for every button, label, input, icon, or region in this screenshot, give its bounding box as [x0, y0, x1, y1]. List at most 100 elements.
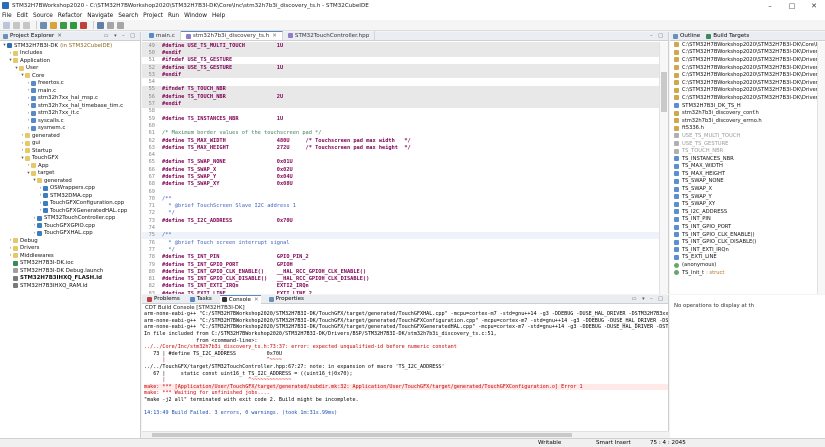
menu-item-file[interactable]: File: [2, 13, 12, 19]
tree-item[interactable]: › STM32TouchController.cpp: [0, 215, 140, 223]
menu-item-run[interactable]: Run: [168, 13, 179, 19]
save-icon[interactable]: [13, 21, 20, 29]
console-controls-icon[interactable]: ▭ ▾ – □: [632, 296, 665, 302]
outline-item[interactable]: C:\STM32H7BWorkshop2020\STM32H7B3I-DK\Dr…: [670, 94, 825, 102]
outline-item[interactable]: C:\STM32H7BWorkshop2020\STM32H7B3I-DK\Dr…: [670, 56, 825, 64]
console-hscrollbar[interactable]: [142, 431, 669, 438]
outline-item[interactable]: STM32H7B3I_DK_TS_H: [670, 102, 825, 110]
tree-item[interactable]: › TouchGFXGeneratedHAL.cpp: [0, 207, 140, 215]
project-explorer-tab[interactable]: Project Explorer ✕ ▭ ▾ – □: [0, 32, 140, 41]
menu-item-navigate[interactable]: Navigate: [87, 13, 113, 19]
outline-item[interactable]: TS_MAX_WIDTH: [670, 163, 825, 171]
build-icon[interactable]: [40, 21, 47, 29]
bottom-tab[interactable]: Tasks: [188, 295, 214, 304]
outline-item[interactable]: TS_SWAP_X: [670, 185, 825, 193]
menu-item-refactor[interactable]: Refactor: [58, 13, 82, 19]
tree-item[interactable]: › TouchGFXConfiguration.cpp: [0, 200, 140, 208]
tree-item[interactable]: › Debug: [0, 237, 140, 245]
outline-item[interactable]: C:\STM32H7BWorkshop2020\STM32H7B3I-DK\Co…: [670, 41, 825, 49]
outline-item[interactable]: (anonymous): [670, 261, 825, 269]
outline-item[interactable]: C:\STM32H7BWorkshop2020\STM32H7B3I-DK\Dr…: [670, 79, 825, 87]
tree-item[interactable]: › freertos.c: [0, 80, 140, 88]
tree-item[interactable]: STM32H7B3I-DK.ioc: [0, 260, 140, 268]
nav-back-icon[interactable]: [107, 21, 114, 29]
close-icon[interactable]: ✕: [254, 297, 259, 303]
tree-item[interactable]: › STM32DMA.cpp: [0, 192, 140, 200]
tree-item[interactable]: › Includes: [0, 50, 140, 58]
maximize-icon[interactable]: □: [781, 0, 803, 11]
menu-item-project[interactable]: Project: [143, 13, 163, 19]
outline-item[interactable]: TS_INT_EXTI_IRQn: [670, 246, 825, 254]
outline-tab[interactable]: Outline: [673, 33, 700, 39]
tree-item[interactable]: ▾ Core: [0, 72, 140, 80]
outline-item[interactable]: USE_TS_GESTURE: [670, 140, 825, 148]
stop-icon[interactable]: [80, 21, 87, 29]
tree-item[interactable]: › Startup: [0, 147, 140, 155]
search-icon[interactable]: [97, 21, 104, 29]
scrollbar-thumb[interactable]: [661, 72, 667, 112]
menu-item-edit[interactable]: Edit: [17, 13, 28, 19]
hammer-icon[interactable]: [50, 21, 57, 29]
outline-item[interactable]: USE_TS_MULTI_TOUCH: [670, 132, 825, 140]
tree-item[interactable]: › generated: [0, 132, 140, 140]
editor-tab[interactable]: main.c: [144, 31, 181, 40]
outline-item[interactable]: TS_I2C_ADDRESS: [670, 208, 825, 216]
minimize-icon[interactable]: –: [759, 0, 781, 11]
outline-item[interactable]: stm32h7b3i_discovery_conf.h: [670, 109, 825, 117]
outline-item[interactable]: C:\STM32H7BWorkshop2020\STM32H7B3I-DK\Dr…: [670, 87, 825, 95]
outline-tab[interactable]: Build Targets: [706, 33, 749, 39]
tree-item[interactable]: › OSWrappers.cpp: [0, 185, 140, 193]
menu-item-window[interactable]: Window: [184, 13, 207, 19]
console-output[interactable]: arm-none-eabi-g++ "C:/STM32H7BWorkshop20…: [142, 311, 668, 417]
outline-item[interactable]: C:\STM32H7BWorkshop2020\STM32H7B3I-DK\Dr…: [670, 64, 825, 72]
tree-item[interactable]: STM32H7B3IHXQ_FLASH.ld: [0, 275, 140, 283]
tree-item[interactable]: › main.c: [0, 87, 140, 95]
tree-item[interactable]: STM32H7B3IHXQ_RAM.ld: [0, 282, 140, 290]
nav-forward-icon[interactable]: [117, 21, 124, 29]
close-icon[interactable]: ✕: [803, 0, 825, 11]
outline-item[interactable]: C:\STM32H7BWorkshop2020\STM32H7B3I-DK\Dr…: [670, 49, 825, 57]
view-menu-icon[interactable]: ▭ ▾ – □: [104, 33, 137, 39]
bottom-tab[interactable]: Problems: [145, 295, 182, 304]
outline-item[interactable]: TS_INT_PIN: [670, 216, 825, 224]
outline-item[interactable]: C:\STM32H7BWorkshop2020\STM32H7B3I-DK\Dr…: [670, 71, 825, 79]
outline-item[interactable]: TS_INSTANCES_NBR: [670, 155, 825, 163]
tree-item[interactable]: › Middlewares: [0, 252, 140, 260]
outline-item[interactable]: TS_SWAP_NONE: [670, 178, 825, 186]
outline-item[interactable]: TS_EXTI_LINE: [670, 254, 825, 262]
outline-item[interactable]: TS_INT_GPIO_PORT: [670, 223, 825, 231]
outline-item[interactable]: TS_MAX_HEIGHT: [670, 170, 825, 178]
tree-item[interactable]: ▾ STM32H7B3I-DK (in STM32CubeIDE): [0, 42, 140, 50]
bottom-tab[interactable]: Console ✕: [219, 294, 261, 304]
debug-icon[interactable]: [60, 21, 67, 29]
editor-tab[interactable]: stm32h7b3i_discovery_ts.h ✕: [180, 31, 283, 40]
tree-item[interactable]: STM32H7B3I-DK Debug.launch: [0, 267, 140, 275]
menu-item-search[interactable]: Search: [118, 13, 138, 19]
bottom-tab[interactable]: Properties: [267, 295, 306, 304]
tree-item[interactable]: ▾ User: [0, 65, 140, 73]
outline-item[interactable]: stm32h7b3i_discovery_errno.h: [670, 117, 825, 125]
tree-item[interactable]: › Drivers: [0, 245, 140, 253]
close-icon[interactable]: ✕: [57, 33, 62, 39]
outline-item[interactable]: TS_SWAP_Y: [670, 193, 825, 201]
code-area[interactable]: 49 #define USE_TS_MULTI_TOUCH 1U 50 #endif 5…: [142, 42, 660, 294]
tree-item[interactable]: › App: [0, 162, 140, 170]
menu-item-help[interactable]: Help: [212, 13, 225, 19]
save-all-icon[interactable]: [23, 21, 30, 29]
scrollbar-thumb[interactable]: [152, 433, 572, 437]
outline-item[interactable]: TS_INT_GPIO_CLK_ENABLE(): [670, 231, 825, 239]
editor-tab[interactable]: STM32TouchController.hpp: [283, 31, 376, 40]
outline-item[interactable]: TS_Init_t: struct: [670, 269, 825, 277]
tree-item[interactable]: › TouchGFXGPIO.cpp: [0, 222, 140, 230]
tree-item[interactable]: ▾ target: [0, 170, 140, 178]
outline-item[interactable]: ft5336.h: [670, 125, 825, 133]
tree-item[interactable]: › stm32h7xx_hal_msp.c: [0, 95, 140, 103]
tree-item[interactable]: › stm32h7xx_hal_timebase_tim.c: [0, 102, 140, 110]
tree-item[interactable]: ▾ Application: [0, 57, 140, 65]
tree-item[interactable]: › stm32h7xx_it.c: [0, 110, 140, 118]
new-icon[interactable]: [3, 21, 10, 29]
run-icon[interactable]: [70, 21, 77, 29]
outline-scrollbar[interactable]: [817, 42, 825, 294]
menu-item-source[interactable]: Source: [33, 13, 53, 19]
outline-item[interactable]: TS_SWAP_XY: [670, 200, 825, 208]
